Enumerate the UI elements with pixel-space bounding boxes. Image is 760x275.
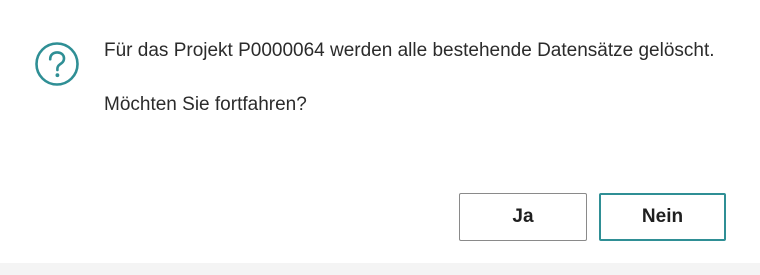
no-button[interactable]: Nein (599, 193, 726, 241)
question-text: Möchten Sie fortfahren? (104, 94, 307, 115)
message-text: Für das Projekt P0000064 werden alle bes… (104, 40, 715, 61)
yes-button[interactable]: Ja (459, 193, 587, 241)
dialog-footer-strip (0, 263, 760, 275)
confirm-dialog: Für das Projekt P0000064 werden alle bes… (0, 0, 760, 275)
no-button-label: Nein (641, 206, 684, 227)
question-icon (35, 42, 79, 86)
dialog-message: Für das Projekt P0000064 werden alle bes… (104, 37, 724, 119)
yes-button-label: Ja (512, 206, 534, 227)
